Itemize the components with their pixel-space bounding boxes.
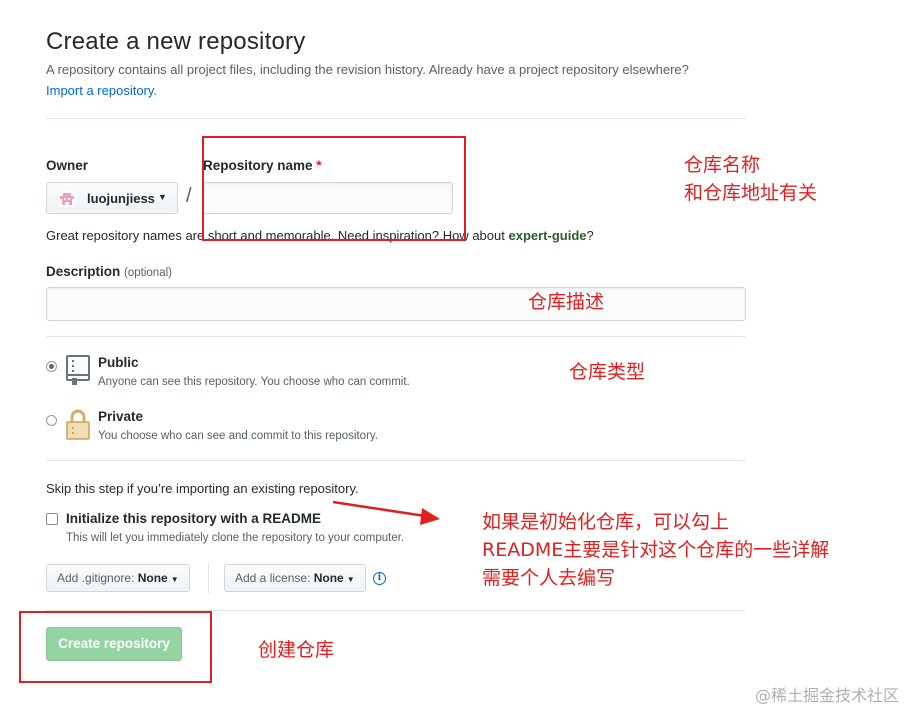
import-repository-link[interactable]: Import a repository.: [46, 83, 157, 98]
annotation-readme-line2: README主要是针对这个仓库的一些详解: [482, 539, 830, 561]
owner-repo-separator: /: [186, 185, 192, 207]
info-icon[interactable]: i: [373, 572, 386, 585]
annotation-repo-name-line2: 和仓库地址有关: [684, 182, 818, 204]
owner-select-button[interactable]: luojunjiess ▼: [46, 182, 178, 214]
annotation-repo-name: 仓库名称 和仓库地址有关: [684, 151, 817, 207]
public-option-desc: Anyone can see this repository. You choo…: [98, 376, 410, 388]
caret-down-icon: ▼: [346, 575, 355, 584]
dropdown-separator: [208, 563, 209, 593]
description-label: Description (optional): [46, 264, 172, 279]
page-title: Create a new repository: [46, 28, 306, 55]
divider: [46, 460, 746, 461]
divider: [46, 118, 746, 119]
watermark: @稀土掘金技术社区: [754, 686, 899, 705]
avatar-icon: [59, 191, 75, 207]
readme-checkbox[interactable]: [46, 513, 58, 525]
annotation-create: 创建仓库: [258, 639, 335, 661]
annotation-type: 仓库类型: [569, 361, 646, 383]
annotation-arrow-icon: [332, 500, 440, 525]
annotation-repo-name-line1: 仓库名称: [684, 154, 761, 176]
license-value: None: [313, 571, 344, 585]
page-subtitle: A repository contains all project files,…: [46, 62, 689, 77]
caret-down-icon: ▼: [158, 192, 167, 202]
repo-book-icon: [66, 355, 90, 385]
public-radio[interactable]: [46, 361, 57, 372]
lock-icon: [66, 409, 90, 440]
divider: [46, 336, 746, 337]
readme-desc: This will let you immediately clone the …: [66, 532, 405, 544]
license-dropdown[interactable]: Add a license: None ▼: [224, 564, 366, 592]
owner-name: luojunjiess: [87, 191, 155, 206]
skip-step-text: Skip this step if you’re importing an ex…: [46, 481, 359, 496]
annotation-readme-line1: 如果是初始化仓库，可以勾上: [482, 511, 730, 533]
private-option-desc: You choose who can see and commit to thi…: [98, 430, 378, 442]
annotation-box-create: [19, 611, 212, 683]
gitignore-prefix: Add .gitignore:: [57, 571, 135, 585]
readme-label[interactable]: Initialize this repository with a README: [66, 511, 321, 526]
optional-tag: (optional): [124, 267, 172, 279]
annotation-readme: 如果是初始化仓库，可以勾上 README主要是针对这个仓库的一些详解 需要个人去…: [482, 508, 829, 592]
gitignore-dropdown[interactable]: Add .gitignore: None ▼: [46, 564, 190, 592]
annotation-description: 仓库描述: [528, 291, 605, 313]
public-option-title: Public: [98, 355, 139, 370]
private-radio[interactable]: [46, 415, 57, 426]
private-option-title: Private: [98, 409, 144, 424]
caret-down-icon: ▼: [170, 575, 179, 584]
annotation-readme-line3: 需要个人去编写: [482, 567, 616, 589]
name-suggestion-link[interactable]: expert-guide: [508, 228, 586, 243]
license-prefix: Add a license:: [235, 571, 311, 585]
description-label-text: Description: [46, 264, 121, 279]
gitignore-value: None: [137, 571, 168, 585]
annotation-box-repo-name: [202, 136, 466, 241]
description-input[interactable]: [46, 287, 746, 321]
hint-end: ?: [586, 228, 594, 243]
owner-label: Owner: [46, 158, 89, 173]
